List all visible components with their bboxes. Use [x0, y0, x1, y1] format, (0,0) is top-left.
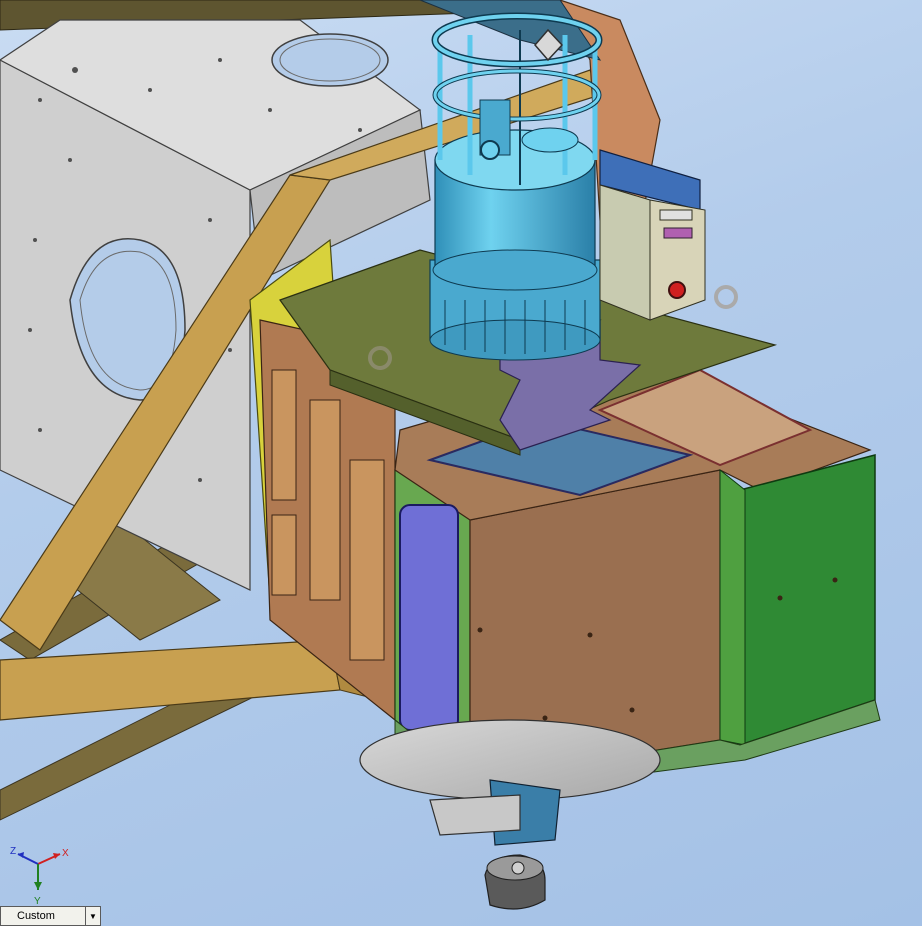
view-orientation-label: Custom	[17, 910, 55, 922]
cryostat-cylinder	[429, 12, 603, 361]
view-orientation-dropdown[interactable]: Custom ▼	[0, 906, 101, 926]
z-axis-label: Z	[10, 846, 16, 857]
assembly-model[interactable]	[0, 0, 922, 926]
x-axis-label: X	[62, 848, 69, 859]
cad-viewport[interactable]: X Z Y Custom ▼	[0, 0, 922, 926]
rotator-assembly	[359, 719, 661, 910]
electronics-box	[599, 149, 706, 321]
chevron-down-icon[interactable]: ▼	[85, 907, 100, 925]
orientation-triad: X Z Y	[10, 846, 69, 906]
y-axis-label: Y	[34, 896, 41, 906]
